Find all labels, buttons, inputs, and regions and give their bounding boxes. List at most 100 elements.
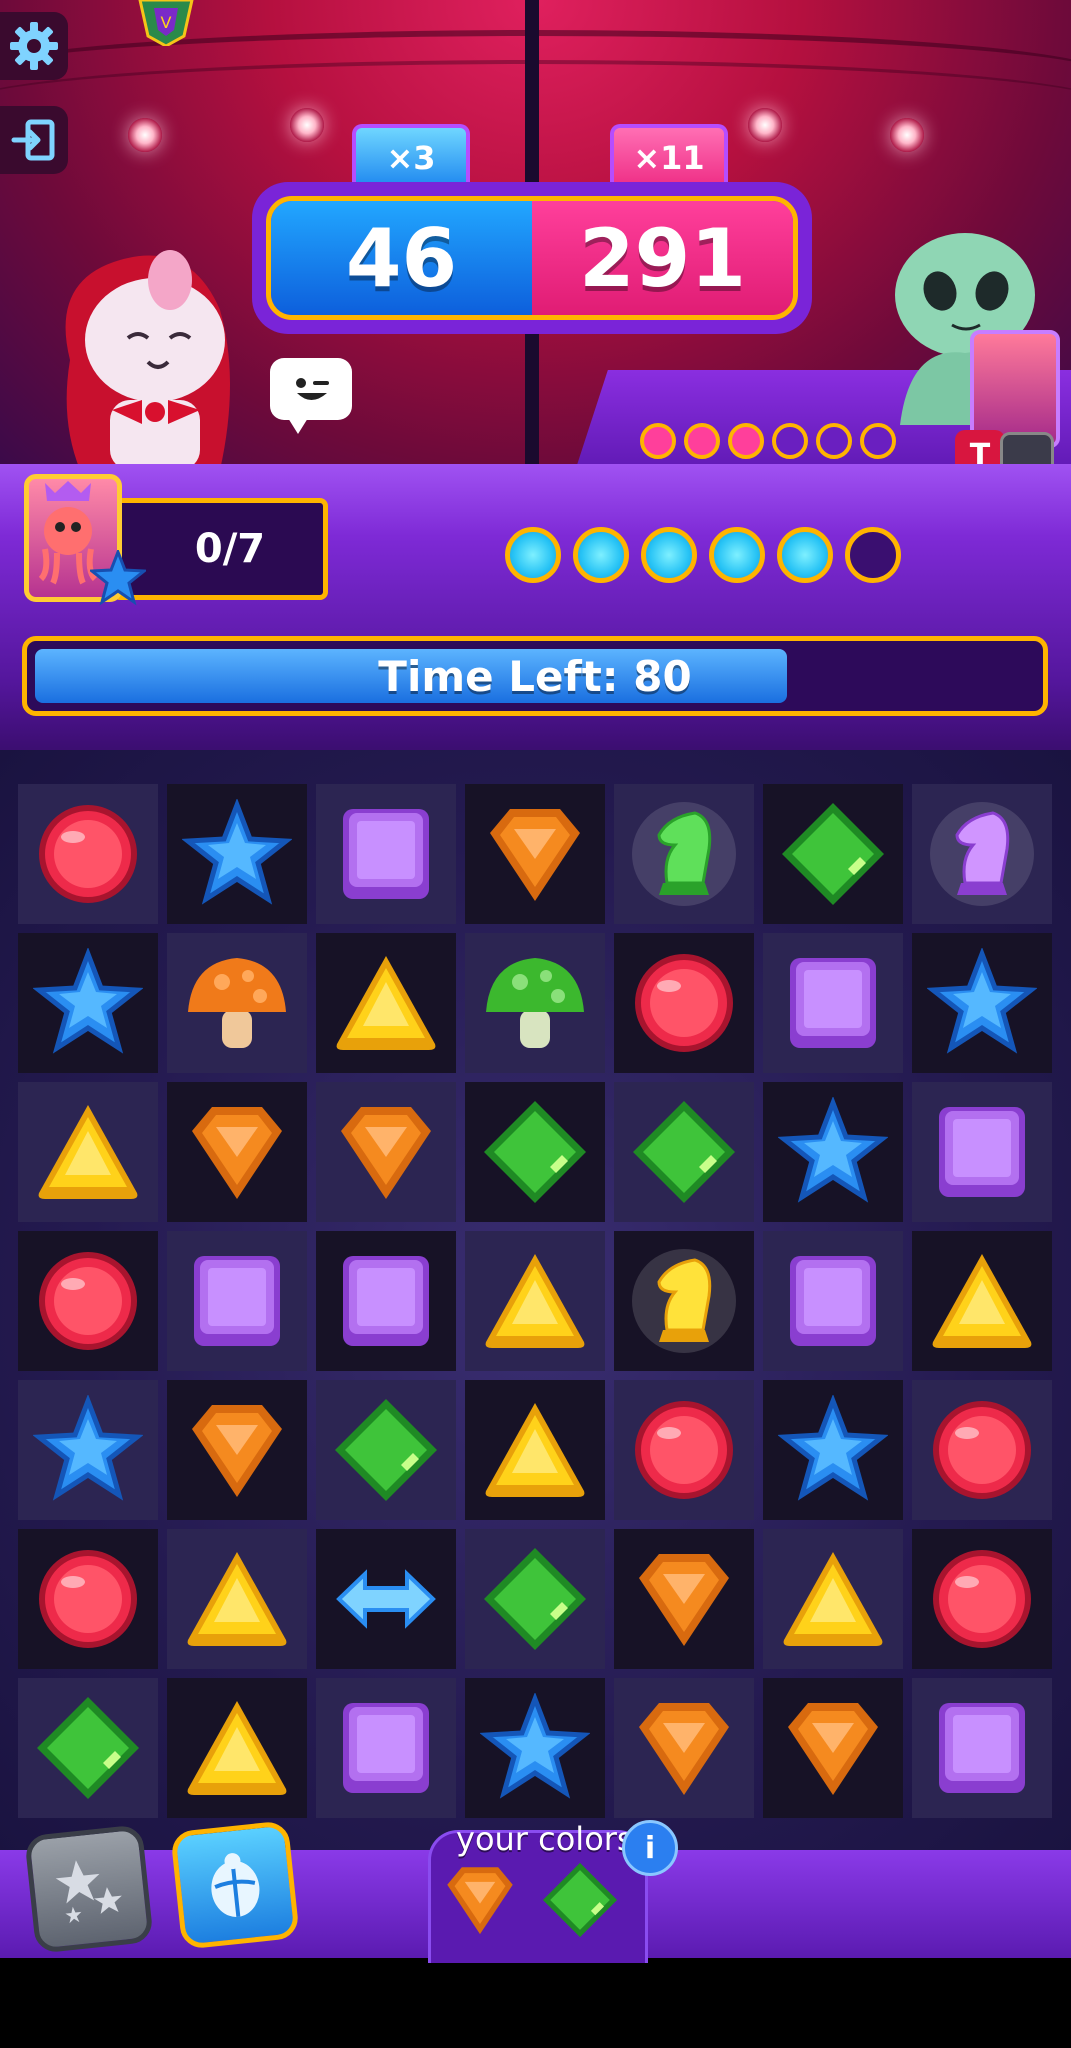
board-cell[interactable] [316, 1231, 456, 1371]
board-cell[interactable] [763, 933, 903, 1073]
spotlight [128, 118, 162, 152]
board-cell[interactable] [763, 1678, 903, 1818]
board-cell[interactable] [18, 1231, 158, 1371]
scarab-powerup-button[interactable] [170, 1820, 300, 1950]
board-cell[interactable] [912, 1380, 1052, 1520]
yellow-knight-gem-icon [632, 1249, 736, 1353]
green-knight-gem-icon [632, 802, 736, 906]
red-circle-gem-icon [933, 1550, 1031, 1648]
gear-icon [10, 22, 58, 70]
board-cell[interactable] [912, 933, 1052, 1073]
board-cell[interactable] [316, 1082, 456, 1222]
board-cell[interactable] [316, 1529, 456, 1669]
board-cell[interactable] [18, 1529, 158, 1669]
board-cell[interactable] [465, 1231, 605, 1371]
purple-square-gem-icon [343, 1703, 429, 1793]
opponent-dot [684, 423, 720, 459]
board-cell[interactable] [18, 784, 158, 924]
red-circle-gem-icon [933, 1401, 1031, 1499]
spotlight [748, 108, 782, 142]
exit-button[interactable] [0, 106, 68, 174]
board-cell[interactable] [167, 1678, 307, 1818]
board-cell[interactable] [912, 1678, 1052, 1818]
opponent-dot [640, 423, 676, 459]
board-cell[interactable] [763, 1231, 903, 1371]
yellow-triangle-gem-icon [485, 1403, 585, 1497]
board-cell[interactable] [465, 1082, 605, 1222]
bottom-black-strip [0, 1958, 1071, 2048]
board-cell[interactable] [614, 784, 754, 924]
board-cell[interactable] [18, 1678, 158, 1818]
board-cell[interactable] [912, 1529, 1052, 1669]
spotlight [890, 118, 924, 152]
red-circle-gem-icon [635, 954, 733, 1052]
spotlight [290, 108, 324, 142]
board-cell[interactable] [465, 933, 605, 1073]
board-cell[interactable] [167, 784, 307, 924]
board-cell[interactable] [912, 1231, 1052, 1371]
player-dot [845, 527, 901, 583]
board-cell[interactable] [465, 1529, 605, 1669]
board-cell[interactable] [167, 933, 307, 1073]
board-cell[interactable] [167, 1529, 307, 1669]
blue-star-gem-icon [927, 948, 1037, 1054]
board-cell[interactable] [316, 1678, 456, 1818]
green-diamond-gem-icon [37, 1697, 139, 1799]
player-gem-dots [505, 527, 901, 583]
board-cell[interactable] [18, 1380, 158, 1520]
purple-knight-gem-icon [930, 802, 1034, 906]
board-cell[interactable] [763, 1529, 903, 1669]
board-cell[interactable] [18, 933, 158, 1073]
opponent-dot [816, 423, 852, 459]
board-cell[interactable] [614, 1082, 754, 1222]
board-cell[interactable] [465, 1380, 605, 1520]
orange-shield-gem-icon [490, 809, 580, 901]
player-dot [641, 527, 697, 583]
game-screen: V ×3 ×11 46 291 T 0/7 Time Left: 80 your… [0, 0, 1071, 2048]
board-cell[interactable] [763, 784, 903, 924]
board-cell[interactable] [763, 1380, 903, 1520]
board-cell[interactable] [614, 1380, 754, 1520]
board-cell[interactable] [316, 933, 456, 1073]
blue-star-gem-icon [33, 1395, 143, 1501]
board-cell[interactable] [465, 784, 605, 924]
board-cell[interactable] [912, 784, 1052, 924]
info-button[interactable]: i [622, 1820, 678, 1876]
board-cell[interactable] [763, 1082, 903, 1222]
opponent-dot [728, 423, 764, 459]
your-color-green-diamond [540, 1860, 620, 1940]
opponent-score: 291 [532, 201, 793, 315]
orange-shield-icon [447, 1867, 513, 1935]
orange-shield-gem-icon [192, 1107, 282, 1199]
scarab-powerup-icon [211, 1853, 260, 1918]
board-cell[interactable] [167, 1380, 307, 1520]
player-dot [573, 527, 629, 583]
board-cell[interactable] [614, 1231, 754, 1371]
emote-button[interactable] [270, 358, 352, 434]
board-cell[interactable] [465, 1678, 605, 1818]
board-cell[interactable] [167, 1231, 307, 1371]
board-cell[interactable] [614, 933, 754, 1073]
svg-text:V: V [161, 13, 172, 32]
star-badge-icon [90, 550, 146, 606]
board-cell[interactable] [18, 1082, 158, 1222]
yellow-triangle-gem-icon [485, 1254, 585, 1348]
board-cell[interactable] [614, 1678, 754, 1818]
purple-square-gem-icon [790, 1256, 876, 1346]
purple-square-gem-icon [790, 958, 876, 1048]
board-cell[interactable] [316, 1380, 456, 1520]
purple-square-gem-icon [194, 1256, 280, 1346]
your-color-orange-shield [440, 1860, 520, 1940]
purple-square-gem-icon [343, 809, 429, 899]
settings-button[interactable] [0, 12, 68, 80]
green-diamond-gem-icon [782, 803, 884, 905]
board-cell[interactable] [167, 1082, 307, 1222]
board-cell[interactable] [316, 784, 456, 924]
opponent-progress-dots [640, 423, 896, 459]
player-avatar-bunny [65, 250, 230, 470]
green-diamond-gem-icon [335, 1399, 437, 1501]
board-cell[interactable] [912, 1082, 1052, 1222]
player-dot [709, 527, 765, 583]
stars-powerup-button[interactable] [24, 1824, 154, 1954]
board-cell[interactable] [614, 1529, 754, 1669]
